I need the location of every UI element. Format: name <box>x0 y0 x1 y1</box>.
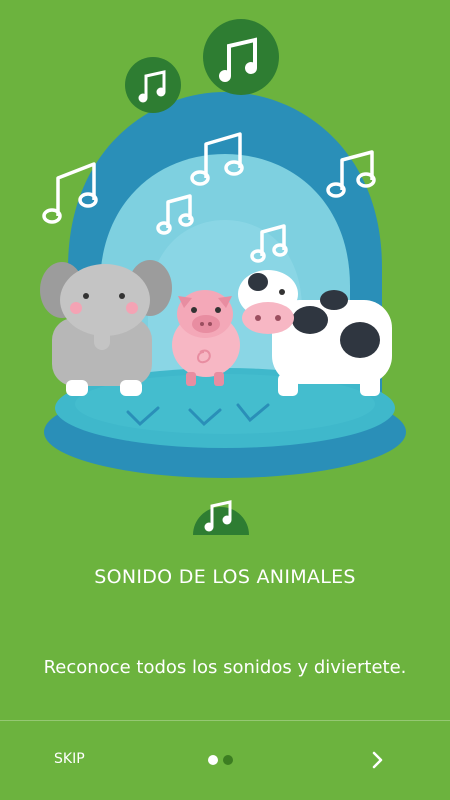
page-indicator <box>208 755 233 765</box>
chevron-right-icon[interactable] <box>366 749 388 771</box>
page-subtitle: Reconoce todos los sonidos y diviertete. <box>43 657 407 678</box>
music-note-badge <box>203 19 279 95</box>
music-note-badge <box>125 57 181 113</box>
page-title: SONIDO DE LOS ANIMALES <box>94 566 356 588</box>
music-note-badge <box>193 500 249 535</box>
footer-divider <box>0 720 450 721</box>
skip-button[interactable]: SKIP <box>54 751 85 767</box>
page-dot-inactive <box>223 755 233 765</box>
page-dot-active <box>208 755 218 765</box>
animals-dome-illustration <box>40 19 406 535</box>
